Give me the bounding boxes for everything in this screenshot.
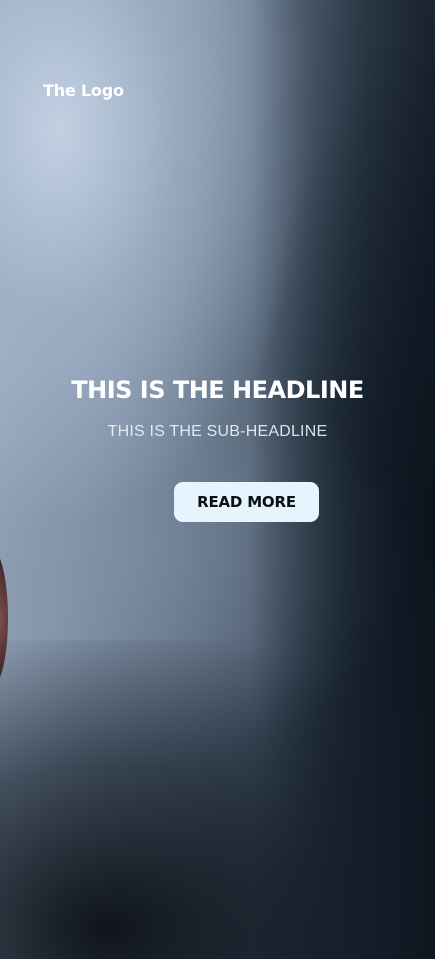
background-photo-detail	[0, 548, 8, 688]
read-more-button[interactable]: READ MORE	[174, 482, 319, 522]
logo[interactable]: The Logo	[43, 81, 124, 100]
hero-subheadline: THIS IS THE SUB-HEADLINE	[107, 423, 328, 440]
hero-content: THIS IS THE HEADLINE THIS IS THE SUB-HEA…	[0, 370, 435, 442]
hero-headline: THIS IS THE HEADLINE	[71, 376, 364, 404]
hero-section: The Logo THIS IS THE HEADLINE THIS IS TH…	[0, 0, 435, 959]
